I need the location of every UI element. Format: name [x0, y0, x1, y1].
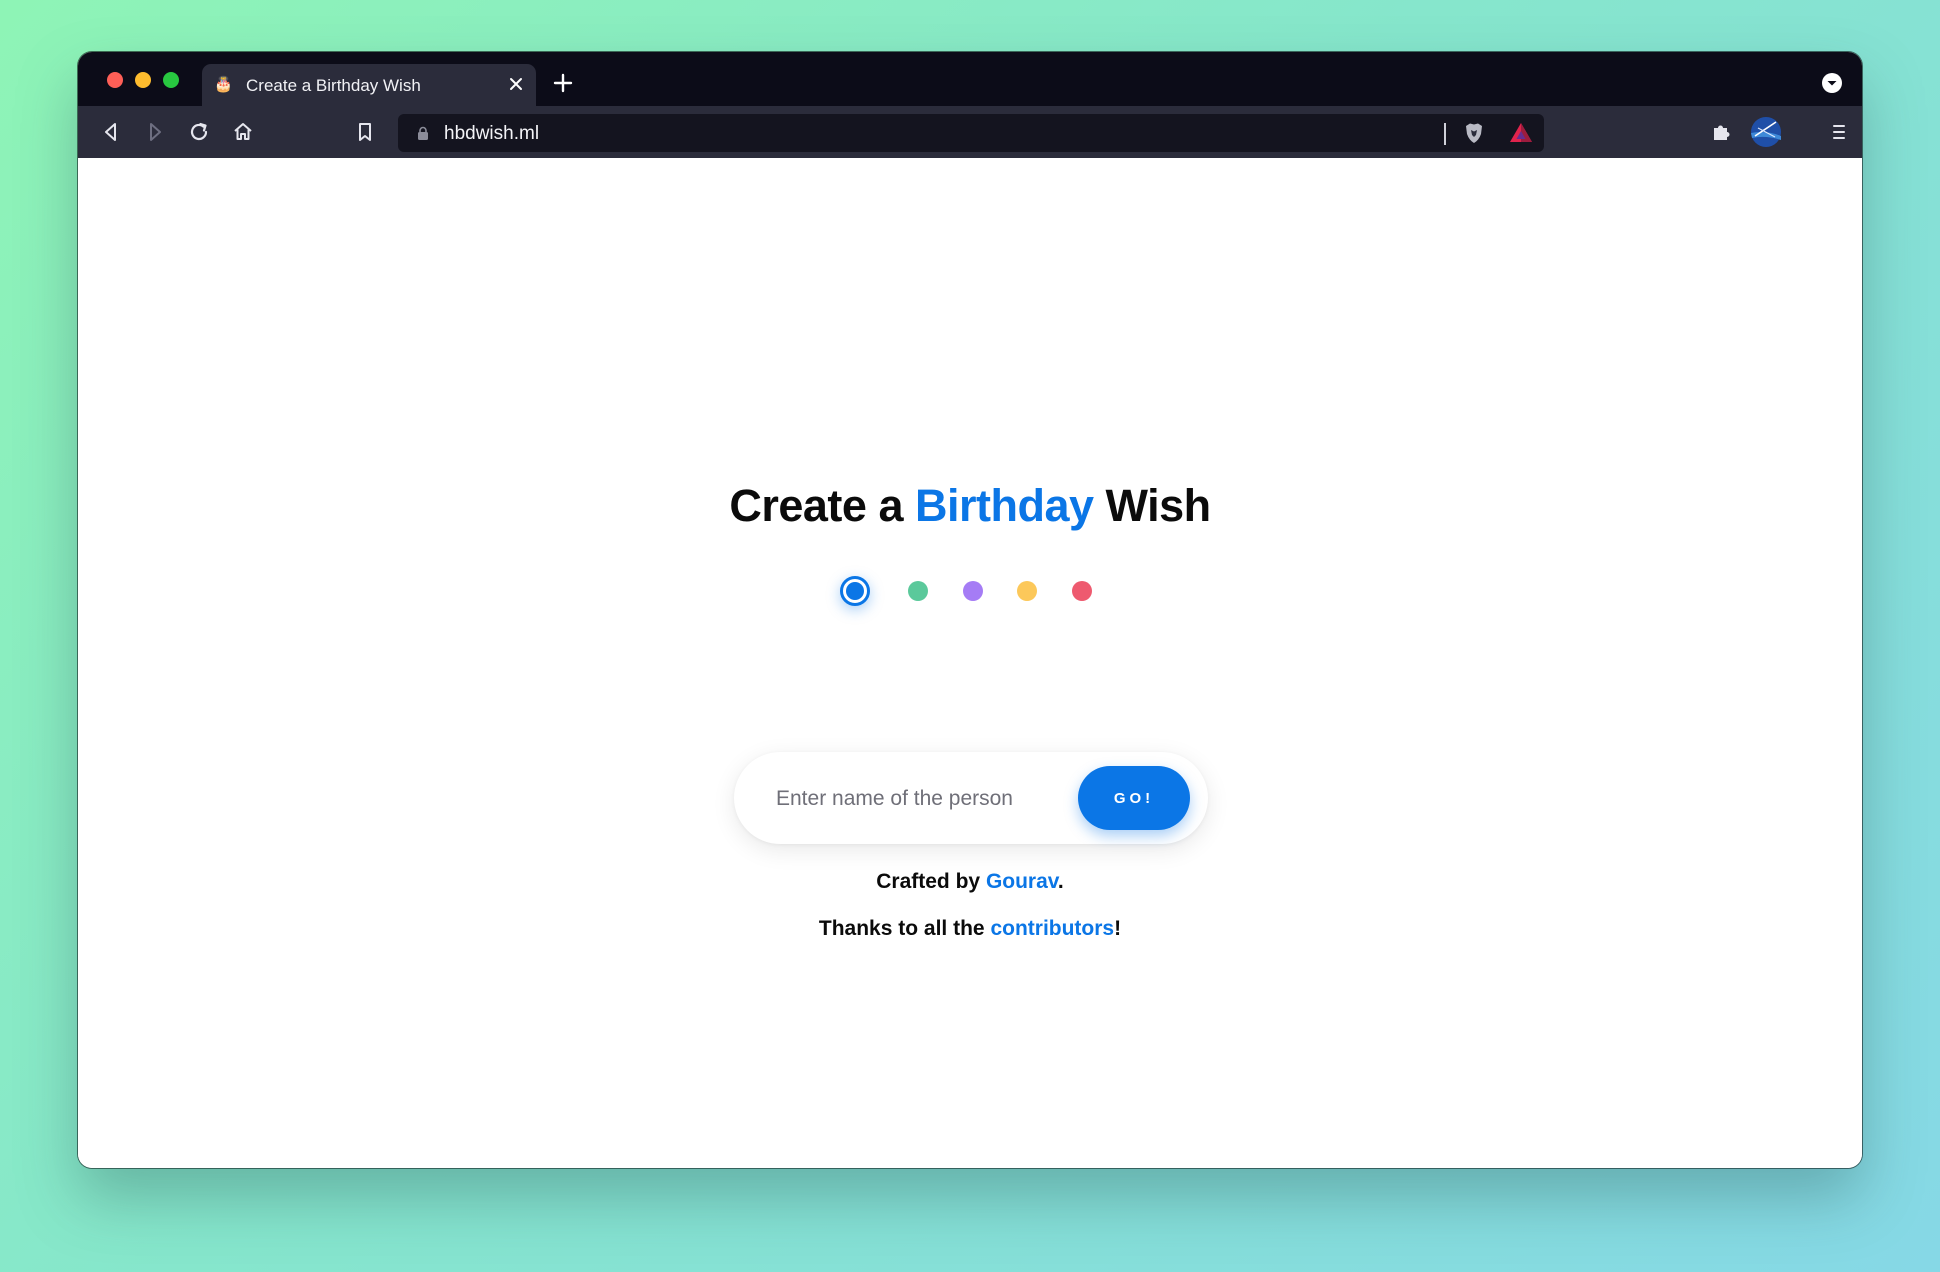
color-option-purple[interactable] [963, 581, 983, 601]
tab-bar: 🎂 Create a Birthday Wish [78, 52, 1862, 106]
brave-rewards-icon[interactable] [1508, 121, 1534, 145]
author-link[interactable]: Gourav [986, 870, 1058, 893]
name-input[interactable] [774, 776, 1048, 822]
brave-shield-icon[interactable] [1462, 121, 1486, 145]
page-title: Create a Birthday Wish [78, 480, 1862, 532]
name-form: GO! [734, 752, 1208, 844]
crafted-by-suffix: . [1057, 870, 1064, 893]
lock-icon [418, 126, 428, 140]
browser-window: 🎂 Create a Birthday Wish hbdwish.ml Crea… [78, 52, 1862, 1168]
page-content: Create a Birthday Wish GO! Crafted by Go… [78, 158, 1862, 1168]
color-option-blue[interactable] [840, 576, 870, 606]
profile-avatar-icon[interactable] [1750, 116, 1782, 148]
crafted-by-text: Crafted by [876, 870, 981, 893]
contributors-link[interactable]: contributors [990, 917, 1114, 940]
home-icon[interactable] [230, 119, 256, 145]
maximize-window-button[interactable] [163, 72, 179, 88]
tab-search-button[interactable] [1822, 73, 1842, 93]
thanks-text: Thanks to all the [818, 917, 985, 940]
browser-tab[interactable]: 🎂 Create a Birthday Wish [202, 64, 536, 106]
color-option-green[interactable] [908, 581, 928, 601]
title-accent: Birthday [914, 480, 1094, 531]
new-tab-icon[interactable] [552, 72, 574, 94]
tab-title: Create a Birthday Wish [246, 76, 421, 95]
hamburger-menu-icon[interactable] [1826, 119, 1852, 145]
url-text: hbdwish.ml [444, 123, 540, 144]
minimize-window-button[interactable] [135, 72, 151, 88]
address-bar[interactable]: hbdwish.ml [398, 114, 1544, 152]
close-icon[interactable] [506, 74, 526, 94]
back-arrow-icon[interactable] [98, 119, 124, 145]
color-option-yellow[interactable] [1017, 581, 1037, 601]
chevron-down-icon [1827, 81, 1837, 86]
thanks-suffix: ! [1114, 917, 1122, 940]
cake-icon: 🎂 [214, 76, 233, 93]
reload-icon[interactable] [186, 119, 212, 145]
address-divider [1444, 123, 1446, 145]
color-picker [78, 572, 1862, 612]
title-part-2: Wish [1105, 480, 1212, 531]
close-window-button[interactable] [107, 72, 123, 88]
browser-toolbar: hbdwish.ml [78, 106, 1862, 158]
title-part-1: Create a [729, 480, 903, 531]
crafted-by-line: Crafted by Gourav. [78, 870, 1862, 894]
go-button[interactable]: GO! [1078, 766, 1190, 830]
bookmark-icon[interactable] [352, 119, 378, 145]
thanks-line: Thanks to all the contributors! [78, 917, 1862, 941]
puzzle-icon[interactable] [1708, 119, 1734, 145]
forward-arrow-icon[interactable] [142, 119, 168, 145]
color-option-red[interactable] [1072, 581, 1092, 601]
color-swatch [846, 582, 864, 600]
